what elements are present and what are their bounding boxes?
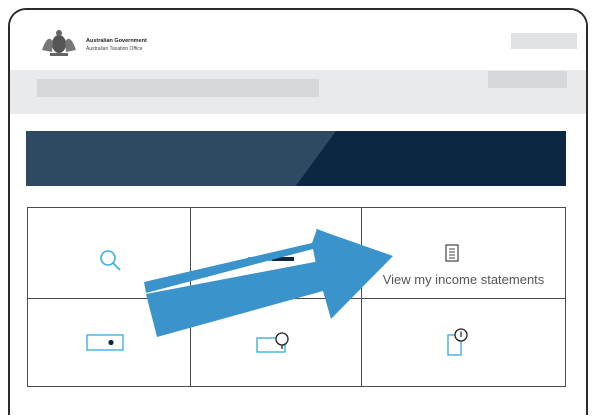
hero-banner-panel [26,131,336,186]
card-icon [86,334,124,351]
nav-button-placeholder[interactable] [488,71,567,88]
document-icon [445,244,459,262]
logo-text-ato: Australian Taxation Office [86,46,143,52]
tile-card[interactable] [28,299,191,386]
tile-search[interactable] [28,208,191,299]
search-card-icon [256,332,289,353]
tile-search-card[interactable] [191,299,362,386]
site-header: Australian Government Australian Taxatio… [10,10,586,70]
header-link-placeholder[interactable] [511,33,577,49]
hero-banner [26,131,566,186]
logo-text-government: Australian Government [86,38,147,44]
ato-logo[interactable]: Australian Government Australian Taxatio… [40,28,180,62]
tile-grid: View my income statements [27,207,566,387]
tile-label-income-statements: View my income statements [382,272,545,287]
tile-search-document[interactable] [362,299,565,386]
progress-bar-icon [248,257,294,261]
search-document-icon [447,328,468,356]
tile-view-income-statements[interactable]: View my income statements [362,208,565,299]
tile-progress[interactable] [191,208,362,299]
search-icon [100,250,121,271]
coat-of-arms-icon [42,30,76,56]
nav-text-placeholder [37,79,319,97]
